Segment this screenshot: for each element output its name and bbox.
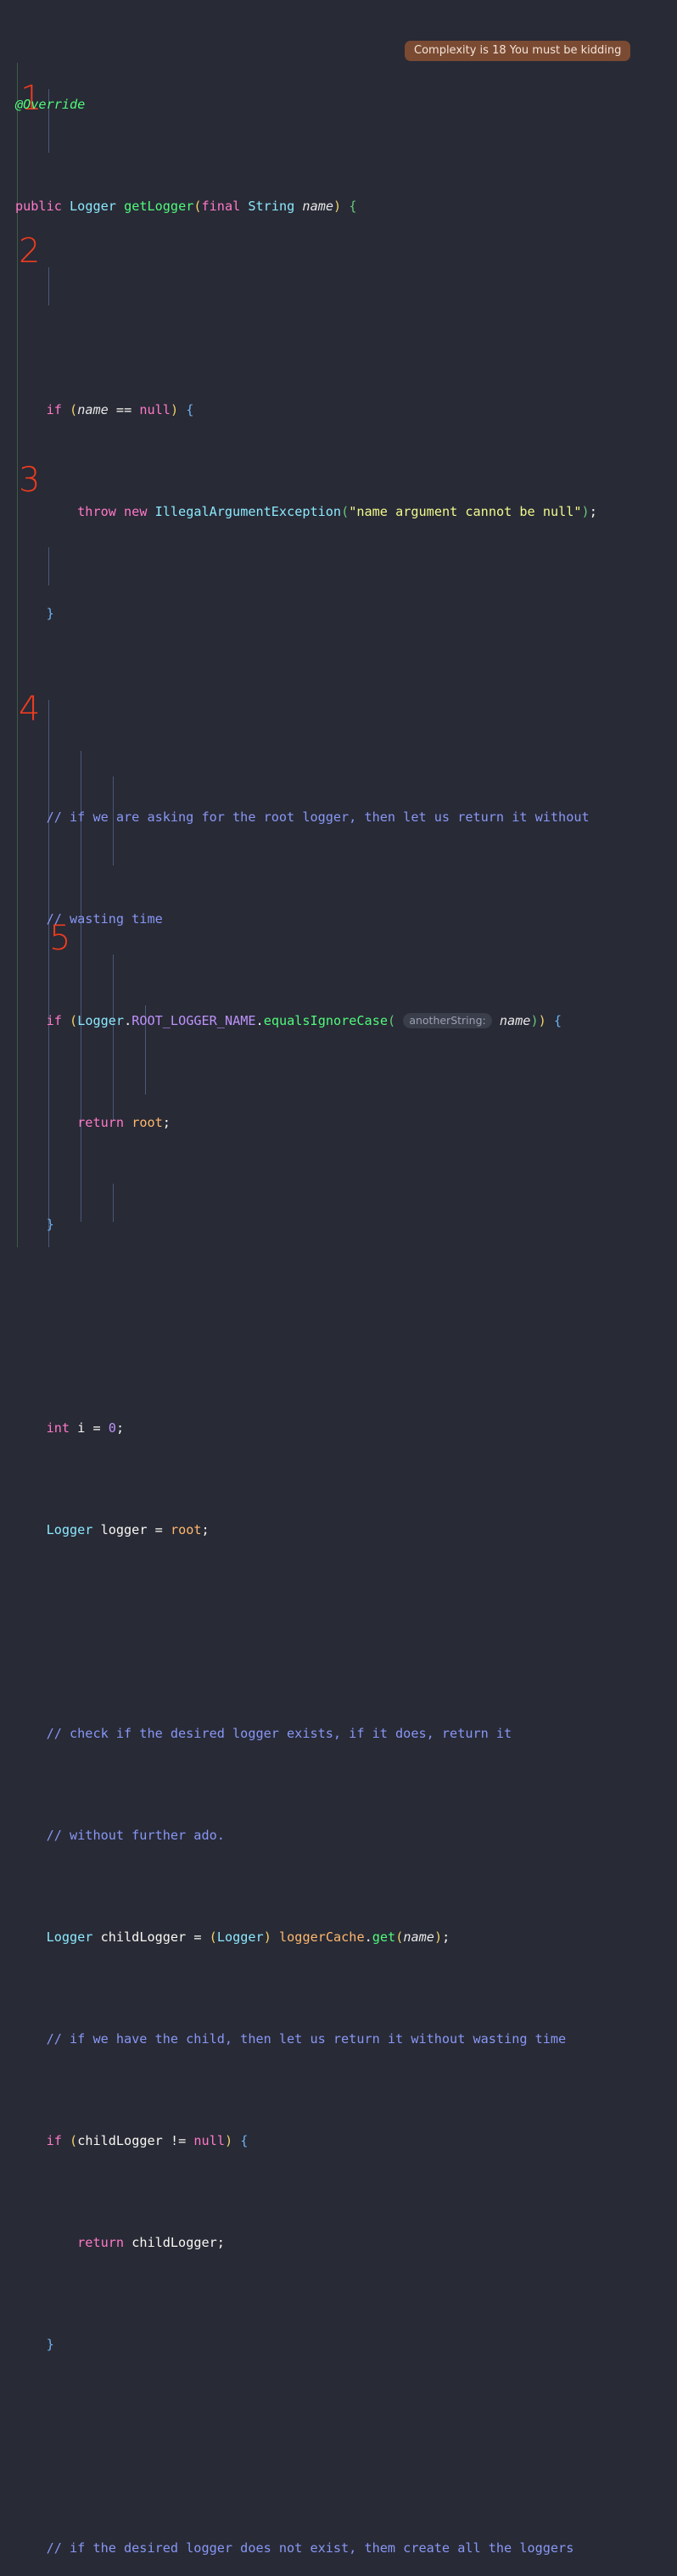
code-line: } xyxy=(46,2337,54,2352)
code-line: // if we are asking for the root logger,… xyxy=(46,809,590,825)
code-line: Logger logger = root; xyxy=(46,1522,210,1537)
code-line: // if the desired logger does not exist,… xyxy=(46,2540,574,2556)
code-line: } xyxy=(46,606,54,621)
code-line: // if we have the child, then let us ret… xyxy=(46,2031,567,2047)
code-line: // check if the desired logger exists, i… xyxy=(46,1726,512,1741)
param-hint-anotherstring: anotherString: xyxy=(403,1013,492,1028)
code-line: Logger childLogger = (Logger) loggerCach… xyxy=(46,1929,450,1945)
code-line: public Logger getLogger(final String nam… xyxy=(15,199,357,214)
code-line: if (Logger.ROOT_LOGGER_NAME.equalsIgnore… xyxy=(46,1013,562,1028)
code-line: @Override xyxy=(15,97,86,112)
code-line: if (childLogger != null) { xyxy=(46,2133,249,2148)
code-editor[interactable]: 1 2 3 4 5 Complexity is 18 You must be k… xyxy=(0,0,677,2556)
code-line: if (name == null) { xyxy=(46,402,194,417)
code-line: return childLogger; xyxy=(77,2235,225,2250)
code-line: } xyxy=(46,1217,54,1232)
code-line: return root; xyxy=(77,1115,171,1130)
code-line: // wasting time xyxy=(46,911,163,927)
code-line: int i = 0; xyxy=(46,1420,125,1436)
code-content[interactable]: @Override public Logger getLogger(final … xyxy=(0,0,677,2576)
code-line: // without further ado. xyxy=(46,1828,225,1843)
code-line: throw new IllegalArgumentException("name… xyxy=(77,504,597,519)
